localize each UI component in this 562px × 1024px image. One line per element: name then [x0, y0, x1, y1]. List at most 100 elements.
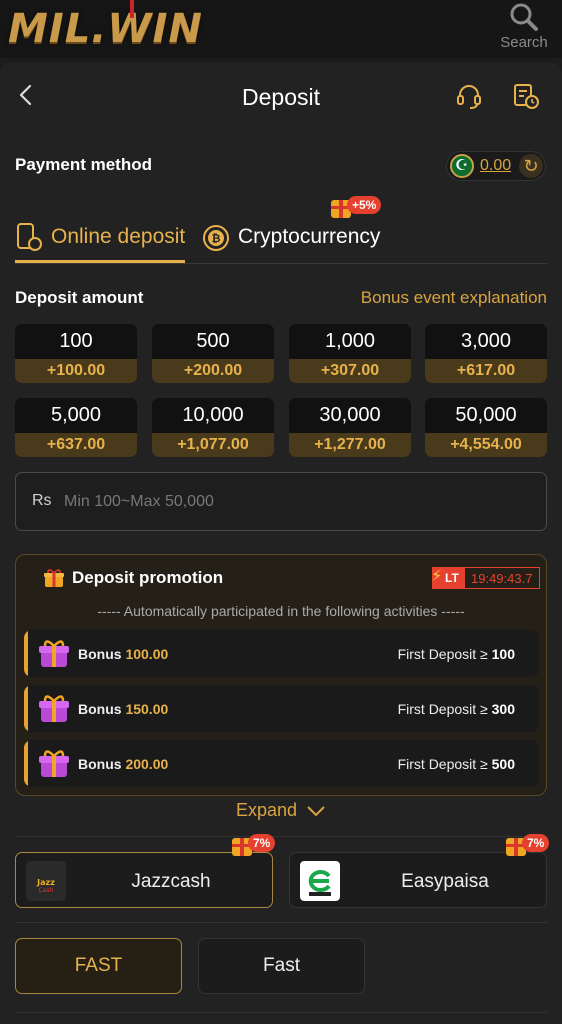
section-divider [15, 836, 547, 837]
amount-option-100[interactable]: 100 +100.00 [15, 324, 137, 383]
lt-label: LT [445, 571, 459, 585]
amount-value: 3,000 [460, 330, 512, 352]
bonus-text: Bonus 200.00 [78, 756, 168, 772]
condition-text: First Deposit ≥ 300 [398, 701, 515, 717]
expand-button[interactable]: Expand [0, 800, 562, 821]
amount-bonus: +307.00 [289, 359, 411, 383]
gift-icon [44, 569, 64, 587]
bonus-label: Bonus [78, 646, 122, 662]
amount-value: 500 [196, 330, 230, 352]
svg-text:Jazz: Jazz [36, 878, 55, 887]
channel-option[interactable]: Fast [198, 938, 365, 994]
channel-option[interactable]: FAST [15, 938, 182, 994]
condition-label: First Deposit ≥ [397, 646, 488, 662]
refresh-icon[interactable]: ↻ [519, 154, 543, 178]
amount-option-10000[interactable]: 10,000 +1,077.00 [152, 398, 274, 457]
amount-bonus: +617.00 [425, 359, 547, 383]
top-bar: MIL.WIN Search [0, 0, 562, 58]
customer-service-icon[interactable] [455, 82, 483, 110]
lt-flag: ⚡ LT [431, 568, 465, 588]
condition-label: First Deposit ≥ [397, 701, 488, 717]
condition-text: First Deposit ≥ 500 [398, 756, 515, 772]
expand-label: Expand [235, 800, 298, 820]
logo-accent [130, 0, 134, 18]
condition-value: 500 [491, 756, 515, 772]
jazzcash-logo: Jazz Cash [26, 861, 66, 901]
amount-option-1000[interactable]: 1,000 +307.00 [289, 324, 411, 383]
tab-divider [15, 263, 547, 264]
svg-text:₿: ₿ [212, 232, 221, 245]
bonus-value: 150.00 [125, 701, 169, 717]
countdown-timer: 19:49:43.7 [471, 571, 533, 586]
promotion-title: Deposit promotion [72, 568, 224, 587]
amount-value: 100 [59, 330, 93, 352]
tab-online-deposit[interactable]: Online deposit [15, 218, 185, 264]
amount-value: 10,000 [182, 404, 244, 426]
pakistan-flag-icon [450, 154, 474, 178]
bonus-label: Bonus [78, 701, 122, 717]
bonus-row[interactable]: Bonus 150.00 First Deposit ≥ 300 [24, 685, 539, 732]
deposit-amount-label: Deposit amount [15, 288, 144, 307]
amount-option-500[interactable]: 500 +200.00 [152, 324, 274, 383]
payment-option-easypaisa[interactable]: Easypaisa [289, 852, 547, 908]
gift-box-icon [39, 695, 69, 722]
condition-label: First Deposit ≥ [397, 756, 488, 772]
amount-input[interactable] [64, 483, 524, 521]
chevron-down-icon [307, 806, 325, 817]
history-icon[interactable] [512, 82, 540, 110]
search-button[interactable]: Search [494, 2, 554, 54]
amount-option-30000[interactable]: 30,000 +1,277.00 [289, 398, 411, 457]
bonus-event-link[interactable]: Bonus event explanation [361, 288, 547, 308]
amount-option-50000[interactable]: 50,000 +4,554.00 [425, 398, 547, 457]
currency-label: Rs [32, 492, 52, 509]
amount-value: 5,000 [50, 404, 102, 426]
section-divider [15, 922, 547, 923]
bonus-row[interactable]: Bonus 200.00 First Deposit ≥ 500 [24, 740, 539, 787]
amount-bonus: +1,077.00 [152, 433, 274, 457]
crypto-bonus-percent: +5% [347, 196, 382, 214]
balance-widget: 0.00 ↻ [446, 151, 546, 181]
payment-label: Easypaisa [401, 871, 489, 892]
condition-value: 300 [491, 701, 515, 717]
amount-value: 1,000 [324, 330, 376, 352]
easypaisa-logo [300, 861, 340, 901]
limited-time-badge: ⚡ LT 19:49:43.7 [431, 567, 540, 589]
amount-option-5000[interactable]: 5,000 +637.00 [15, 398, 137, 457]
bonus-value: 100.00 [125, 646, 169, 662]
amount-input-wrapper: Rs [15, 472, 547, 531]
bonus-percent: 7% [522, 834, 550, 852]
amount-value: 50,000 [455, 404, 517, 426]
bitcoin-icon: ₿ [203, 225, 229, 251]
search-label: Search [500, 34, 548, 51]
svg-text:Cash: Cash [39, 887, 54, 894]
gift-box-icon [39, 750, 69, 777]
amount-bonus: +4,554.00 [425, 433, 547, 457]
payment-option-jazzcash[interactable]: Jazz Cash Jazzcash [15, 852, 273, 908]
promotion-subtitle: ----- Automatically participated in the … [97, 603, 465, 619]
amount-option-3000[interactable]: 3,000 +617.00 [425, 324, 547, 383]
condition-value: 100 [491, 646, 515, 662]
tab-cryptocurrency[interactable]: ₿ Cryptocurrency [202, 218, 402, 264]
tab-crypto-label: Cryptocurrency [238, 225, 381, 248]
search-icon [510, 3, 538, 31]
bonus-label: Bonus [78, 756, 122, 772]
bonus-row[interactable]: Bonus 100.00 First Deposit ≥ 100 [24, 630, 539, 677]
phone-deposit-icon [17, 223, 42, 251]
site-logo[interactable]: MIL.WIN [8, 6, 203, 52]
amount-bonus: +200.00 [152, 359, 274, 383]
tab-online-label: Online deposit [51, 225, 186, 248]
bonus-percent: 7% [248, 834, 276, 852]
section-divider [15, 1012, 547, 1013]
amount-bonus: +637.00 [15, 433, 137, 457]
bonus-value: 200.00 [125, 756, 169, 772]
amount-bonus: +1,277.00 [289, 433, 411, 457]
payment-method-label: Payment method [15, 155, 152, 174]
lightning-icon: ⚡ [431, 568, 443, 585]
gift-box-icon [39, 640, 69, 667]
payment-label: Jazzcash [131, 871, 211, 892]
bonus-text: Bonus 150.00 [78, 701, 168, 717]
condition-text: First Deposit ≥ 100 [398, 646, 515, 662]
amount-bonus: +100.00 [15, 359, 137, 383]
deposit-promotion-card: Deposit promotion ⚡ LT 19:49:43.7 ----- A… [15, 554, 547, 796]
amount-value: 30,000 [319, 404, 381, 426]
